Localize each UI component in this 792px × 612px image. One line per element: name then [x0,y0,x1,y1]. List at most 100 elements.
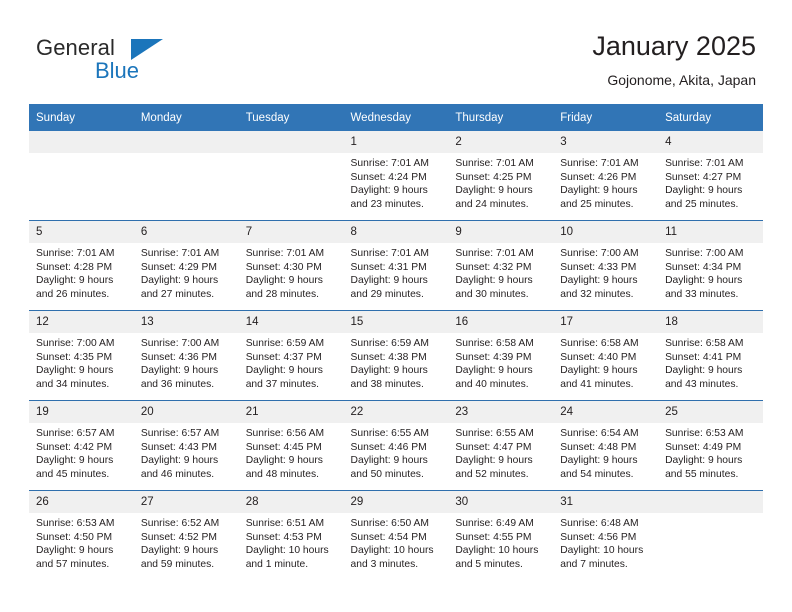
day-cell[interactable]: 6 Sunrise: 7:01 AM Sunset: 4:29 PM Dayli… [133,220,239,311]
day-cell [658,490,763,580]
sunrise-text: Sunrise: 7:00 AM [665,248,744,259]
day-number: 13 [133,311,239,333]
day-cell[interactable]: 1 Sunrise: 7:01 AM Sunset: 4:24 PM Dayli… [343,131,449,221]
day-info: Sunrise: 6:58 AM Sunset: 4:41 PM Dayligh… [658,333,763,391]
daylight-text-line2: and 30 minutes. [455,288,529,300]
sunset-text: Sunset: 4:53 PM [245,531,322,543]
sunset-text: Sunset: 4:27 PM [665,171,742,183]
day-cell[interactable]: 17 Sunrise: 6:58 AM Sunset: 4:40 PM Dayl… [553,310,659,401]
sunset-text: Sunset: 4:29 PM [140,261,217,273]
day-info: Sunrise: 7:01 AM Sunset: 4:31 PM Dayligh… [344,243,449,301]
sunrise-text: Sunrise: 6:58 AM [455,338,534,349]
daylight-text-line2: and 57 minutes. [36,558,110,570]
sunrise-text: Sunrise: 6:59 AM [245,338,325,349]
daylight-text-line2: and 38 minutes. [350,378,424,390]
day-number: 24 [553,401,659,423]
day-cell[interactable]: 13 Sunrise: 7:00 AM Sunset: 4:36 PM Dayl… [133,310,239,401]
day-info: Sunrise: 7:01 AM Sunset: 4:26 PM Dayligh… [553,153,658,211]
sunset-text: Sunset: 4:35 PM [36,351,113,363]
daylight-text-line2: and 32 minutes. [560,288,634,300]
daylight-text-line2: and 45 minutes. [36,468,110,480]
day-cell[interactable]: 14 Sunrise: 6:59 AM Sunset: 4:37 PM Dayl… [238,310,344,401]
day-cell[interactable]: 4 Sunrise: 7:01 AM Sunset: 4:27 PM Dayli… [658,131,763,221]
day-cell[interactable]: 10 Sunrise: 7:00 AM Sunset: 4:33 PM Dayl… [553,220,659,311]
daylight-text-line1: Daylight: 9 hours [350,185,428,197]
title-block: January 2025 Gojonome, Akita, Japan [592,30,756,89]
sunrise-text: Sunrise: 7:01 AM [560,158,639,169]
daylight-text-line2: and 33 minutes. [665,288,739,300]
day-number [133,131,239,153]
day-cell[interactable]: 31 Sunrise: 6:48 AM Sunset: 4:56 PM Dayl… [553,490,659,580]
day-cell[interactable]: 3 Sunrise: 7:01 AM Sunset: 4:26 PM Dayli… [553,131,659,221]
day-cell[interactable]: 22 Sunrise: 6:55 AM Sunset: 4:46 PM Dayl… [343,400,449,491]
day-number: 10 [553,221,659,243]
day-cell[interactable]: 27 Sunrise: 6:52 AM Sunset: 4:52 PM Dayl… [133,490,239,580]
day-cell[interactable]: 29 Sunrise: 6:50 AM Sunset: 4:54 PM Dayl… [343,490,449,580]
calendar-week-row: 19 Sunrise: 6:57 AM Sunset: 4:42 PM Dayl… [29,400,763,491]
sunset-text: Sunset: 4:49 PM [665,441,742,453]
day-cell[interactable]: 26 Sunrise: 6:53 AM Sunset: 4:50 PM Dayl… [29,490,134,580]
day-number: 27 [133,491,239,513]
day-info: Sunrise: 6:58 AM Sunset: 4:39 PM Dayligh… [448,333,553,391]
day-info: Sunrise: 6:56 AM Sunset: 4:45 PM Dayligh… [239,423,344,481]
daylight-text-line1: Daylight: 9 hours [245,275,323,287]
daylight-text-line1: Daylight: 9 hours [560,275,638,287]
sunset-text: Sunset: 4:52 PM [140,531,217,543]
day-cell[interactable]: 30 Sunrise: 6:49 AM Sunset: 4:55 PM Dayl… [448,490,554,580]
daylight-text-line1: Daylight: 9 hours [560,365,638,377]
brand-logo[interactable]: General Blue [36,36,276,88]
day-number: 31 [553,491,659,513]
day-cell[interactable]: 9 Sunrise: 7:01 AM Sunset: 4:32 PM Dayli… [448,220,554,311]
day-cell[interactable]: 7 Sunrise: 7:01 AM Sunset: 4:30 PM Dayli… [238,220,344,311]
sunrise-text: Sunrise: 6:58 AM [560,338,639,349]
day-cell[interactable]: 5 Sunrise: 7:01 AM Sunset: 4:28 PM Dayli… [29,220,134,311]
sunset-text: Sunset: 4:55 PM [455,531,532,543]
sunset-text: Sunset: 4:37 PM [245,351,322,363]
daylight-text-line1: Daylight: 9 hours [665,455,743,467]
day-cell[interactable]: 8 Sunrise: 7:01 AM Sunset: 4:31 PM Dayli… [343,220,449,311]
daylight-text-line2: and 55 minutes. [665,468,739,480]
weekday-header-friday: Friday [553,104,659,131]
day-cell[interactable]: 11 Sunrise: 7:00 AM Sunset: 4:34 PM Dayl… [658,220,763,311]
weekday-header-monday: Monday [133,104,239,131]
day-cell[interactable]: 19 Sunrise: 6:57 AM Sunset: 4:42 PM Dayl… [29,400,134,491]
calendar-header-row: Sunday Monday Tuesday Wednesday Thursday… [29,104,763,131]
day-cell[interactable]: 23 Sunrise: 6:55 AM Sunset: 4:47 PM Dayl… [448,400,554,491]
daylight-text-line1: Daylight: 9 hours [245,365,323,377]
day-info: Sunrise: 7:01 AM Sunset: 4:25 PM Dayligh… [448,153,553,211]
daylight-text-line1: Daylight: 9 hours [665,275,743,287]
day-cell[interactable]: 2 Sunrise: 7:01 AM Sunset: 4:25 PM Dayli… [448,131,554,221]
sunrise-text: Sunrise: 6:59 AM [350,338,429,349]
sunrise-text: Sunrise: 6:58 AM [665,338,744,349]
daylight-text-line1: Daylight: 9 hours [140,365,219,377]
day-number: 17 [553,311,659,333]
day-cell [133,131,239,221]
sunrise-text: Sunrise: 7:00 AM [36,338,115,349]
sunrise-text: Sunrise: 7:01 AM [455,248,534,259]
day-info: Sunrise: 6:58 AM Sunset: 4:40 PM Dayligh… [553,333,658,391]
calendar-week-row: 5 Sunrise: 7:01 AM Sunset: 4:28 PM Dayli… [29,220,763,311]
daylight-text-line2: and 34 minutes. [36,378,110,390]
sunset-text: Sunset: 4:42 PM [36,441,113,453]
daylight-text-line1: Daylight: 9 hours [350,455,428,467]
day-cell[interactable]: 18 Sunrise: 6:58 AM Sunset: 4:41 PM Dayl… [658,310,763,401]
day-cell[interactable]: 20 Sunrise: 6:57 AM Sunset: 4:43 PM Dayl… [133,400,239,491]
day-cell[interactable]: 16 Sunrise: 6:58 AM Sunset: 4:39 PM Dayl… [448,310,554,401]
day-cell[interactable]: 25 Sunrise: 6:53 AM Sunset: 4:49 PM Dayl… [658,400,763,491]
weekday-header-tuesday: Tuesday [238,104,344,131]
day-cell[interactable]: 15 Sunrise: 6:59 AM Sunset: 4:38 PM Dayl… [343,310,449,401]
daylight-text-line1: Daylight: 10 hours [455,545,539,557]
day-info: Sunrise: 7:01 AM Sunset: 4:32 PM Dayligh… [448,243,553,301]
day-info: Sunrise: 6:57 AM Sunset: 4:43 PM Dayligh… [134,423,239,481]
sunset-text: Sunset: 4:31 PM [350,261,427,273]
day-cell[interactable]: 12 Sunrise: 7:00 AM Sunset: 4:35 PM Dayl… [29,310,134,401]
sunset-text: Sunset: 4:45 PM [245,441,322,453]
day-number: 14 [238,311,344,333]
day-cell[interactable]: 28 Sunrise: 6:51 AM Sunset: 4:53 PM Dayl… [238,490,344,580]
day-number: 30 [448,491,554,513]
day-cell[interactable]: 24 Sunrise: 6:54 AM Sunset: 4:48 PM Dayl… [553,400,659,491]
day-number: 21 [238,401,344,423]
daylight-text-line1: Daylight: 10 hours [350,545,434,557]
day-number: 12 [29,311,134,333]
day-cell[interactable]: 21 Sunrise: 6:56 AM Sunset: 4:45 PM Dayl… [238,400,344,491]
